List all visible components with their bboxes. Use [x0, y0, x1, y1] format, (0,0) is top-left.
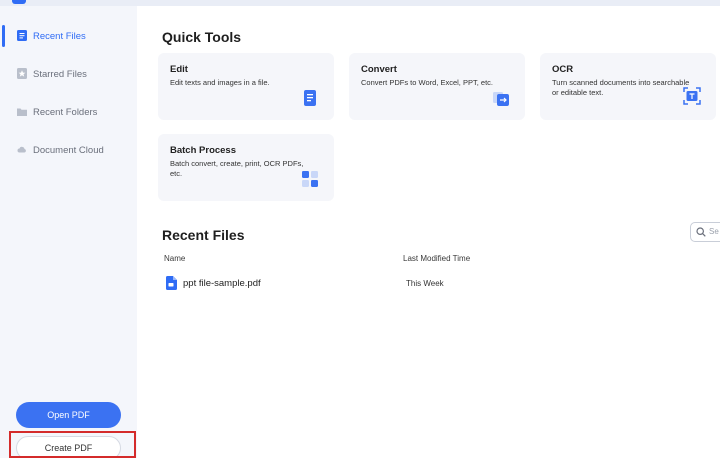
sidebar-item-recent-files[interactable]: Recent Files — [0, 21, 137, 51]
column-header-name[interactable]: Name — [164, 254, 185, 263]
tool-card-description: Turn scanned documents into searchable o… — [552, 78, 690, 97]
star-icon — [17, 68, 27, 79]
tool-card-title: Convert — [361, 64, 397, 75]
recent-files-title: Recent Files — [162, 227, 245, 243]
tool-card-title: Batch Process — [170, 145, 237, 156]
column-header-last-modified[interactable]: Last Modified Time — [403, 254, 470, 263]
tool-card-description: Edit texts and images in a file. — [170, 78, 270, 87]
tool-card-convert[interactable]: Convert Convert PDFs to Word, Excel, PPT… — [349, 53, 525, 120]
create-pdf-button[interactable]: Create PDF — [16, 436, 121, 458]
tool-card-description: Batch convert, create, print, OCR PDFs, … — [170, 159, 304, 178]
file-name: ppt file-sample.pdf — [183, 278, 261, 289]
recent-files-icon — [17, 30, 27, 41]
app-logo-icon — [12, 0, 26, 4]
search-input[interactable]: Se — [690, 222, 720, 242]
search-icon — [696, 227, 706, 237]
ocr-scan-icon — [683, 87, 701, 105]
tool-card-title: OCR — [552, 64, 574, 75]
tool-card-ocr[interactable]: OCR Turn scanned documents into searchab… — [540, 53, 716, 120]
convert-icon — [493, 92, 509, 106]
active-indicator — [2, 25, 5, 47]
tool-card-title: Edit — [170, 64, 188, 75]
quick-tools-title: Quick Tools — [162, 29, 242, 45]
tool-card-description: Convert PDFs to Word, Excel, PPT, etc. — [361, 78, 493, 87]
sidebar-item-label: Recent Folders — [33, 106, 98, 118]
sidebar: Recent Files Starred Files Recent Folder… — [0, 6, 137, 458]
tool-card-batch-process[interactable]: Batch Process Batch convert, create, pri… — [158, 134, 334, 201]
table-row[interactable]: ppt file-sample.pdf This Week — [162, 272, 702, 294]
sidebar-item-label: Recent Files — [33, 30, 86, 42]
pdf-file-icon — [166, 276, 177, 290]
sidebar-item-starred-files[interactable]: Starred Files — [0, 59, 137, 89]
folder-icon — [17, 108, 27, 116]
tool-card-edit[interactable]: Edit Edit texts and images in a file. — [158, 53, 334, 120]
search-placeholder: Se — [709, 227, 719, 236]
file-modified-time: This Week — [406, 279, 444, 288]
sidebar-item-recent-folders[interactable]: Recent Folders — [0, 97, 137, 127]
sidebar-item-document-cloud[interactable]: Document Cloud — [0, 135, 137, 165]
sidebar-item-label: Starred Files — [33, 68, 87, 80]
cloud-icon — [17, 146, 26, 153]
batch-grid-icon — [302, 171, 318, 187]
sidebar-item-label: Document Cloud — [33, 144, 104, 156]
edit-document-icon — [304, 90, 316, 106]
open-pdf-button[interactable]: Open PDF — [16, 402, 121, 428]
